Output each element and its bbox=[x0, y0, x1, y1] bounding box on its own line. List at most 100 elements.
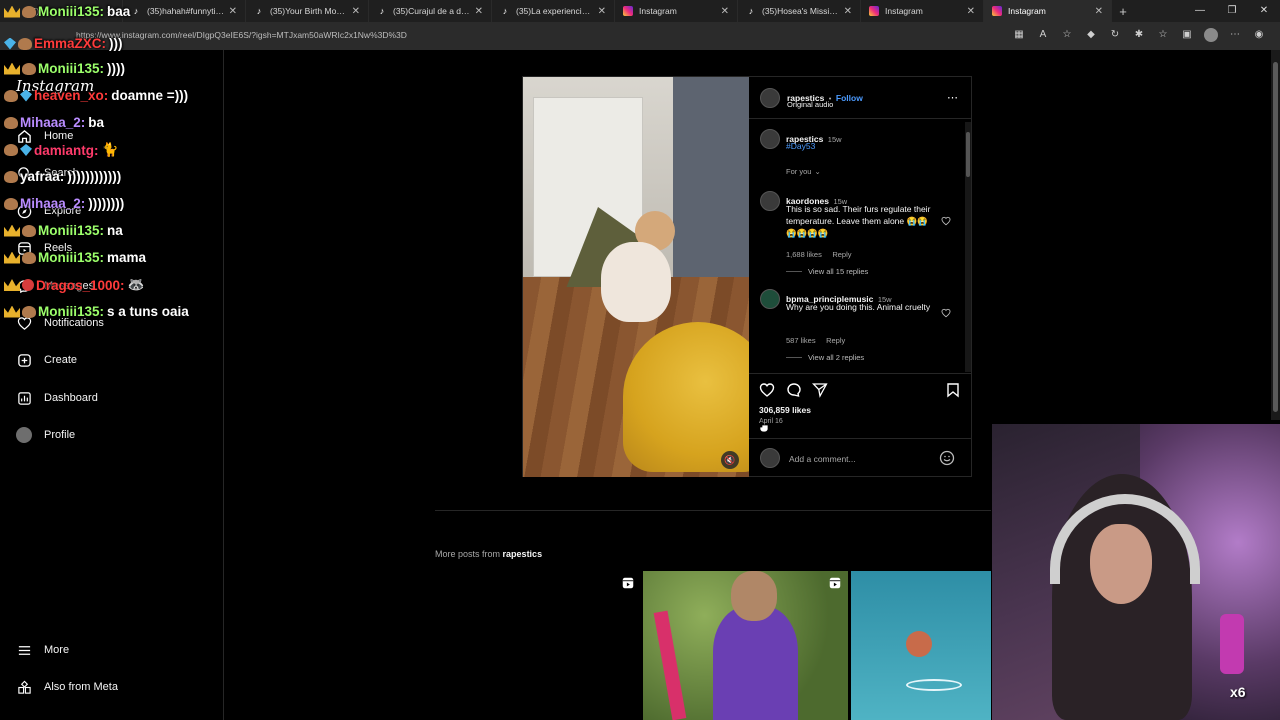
comment-like-heart-icon[interactable] bbox=[941, 308, 951, 318]
crown-badge-icon bbox=[4, 305, 20, 318]
close-icon[interactable]: ✕ bbox=[475, 6, 483, 17]
close-icon[interactable]: ✕ bbox=[967, 6, 975, 17]
close-icon[interactable]: ✕ bbox=[1095, 6, 1103, 17]
comment-text: This is so sad. Their furs regulate thei… bbox=[786, 204, 931, 238]
star-icon[interactable]: ☆ bbox=[1060, 28, 1074, 42]
chart-icon bbox=[16, 390, 32, 406]
grid-icon[interactable]: ▦ bbox=[1012, 28, 1026, 42]
close-icon[interactable]: ✕ bbox=[844, 6, 852, 17]
close-icon[interactable]: ✕ bbox=[721, 6, 729, 17]
chat-message: Moniii135: na bbox=[4, 223, 123, 238]
more-posts-username[interactable]: rapestics bbox=[503, 549, 543, 559]
cat-badge-icon bbox=[22, 305, 36, 318]
gem-badge-icon bbox=[20, 89, 32, 102]
sidebar-item-dashboard[interactable]: Dashboard bbox=[16, 390, 98, 406]
browser-tab[interactable]: Instagram ✕ bbox=[861, 0, 984, 22]
close-window-icon[interactable]: ✕ bbox=[1248, 0, 1280, 22]
post-header: rapestics • Follow Original audio ⋯ bbox=[749, 77, 971, 119]
post-actions: 306,859 likes April 16 bbox=[749, 373, 971, 433]
tiktok-icon: ♪ bbox=[502, 6, 508, 16]
browser-toolbar: ▦ A ☆ ◆ ↻ ✱ ☆ ▣ ⋯ ◉ bbox=[1012, 28, 1266, 42]
browser-tab[interactable]: ♪(35)Hosea's Mission Fa✕ bbox=[738, 0, 861, 22]
reel-post: 🔇 rapestics • Follow Original audio ⋯ ra… bbox=[522, 76, 972, 477]
cat-badge-icon bbox=[4, 144, 18, 156]
plus-square-icon bbox=[16, 352, 32, 368]
more-post-thumbnail[interactable] bbox=[851, 571, 991, 720]
crown-badge-icon bbox=[4, 279, 20, 291]
avatar[interactable] bbox=[760, 129, 780, 149]
webcam-face bbox=[1090, 524, 1152, 604]
avatar[interactable] bbox=[760, 88, 780, 108]
browser-tab-bar: ♪(35)✕ ♪(35)hahah#funnytiktok✕ ♪(35)Your… bbox=[0, 0, 1280, 22]
cat-badge-icon bbox=[4, 116, 18, 129]
close-icon[interactable]: ✕ bbox=[229, 6, 237, 17]
page-scroll-thumb[interactable] bbox=[1273, 62, 1278, 412]
bookmark-icon[interactable] bbox=[945, 382, 961, 398]
url-field[interactable]: https://www.instagram.com/reel/DIgpQ3eIE… bbox=[76, 30, 407, 40]
more-posts-heading: More posts from rapestics bbox=[435, 549, 543, 559]
avatar[interactable] bbox=[760, 289, 780, 309]
read-aloud-icon[interactable]: A bbox=[1036, 28, 1050, 42]
caption-hashtag[interactable]: #Day53 bbox=[786, 141, 815, 151]
reply-button[interactable]: Reply bbox=[832, 250, 851, 259]
likes-count[interactable]: 306,859 likes bbox=[759, 405, 811, 415]
favorites-icon[interactable]: ☆ bbox=[1156, 28, 1170, 42]
sidebar-item-create[interactable]: Create bbox=[16, 352, 77, 368]
new-tab-button[interactable]: + bbox=[1112, 4, 1134, 19]
browser-tab[interactable]: ♪ (35)hahah#funnytiktok ✕ bbox=[123, 0, 246, 22]
maximize-icon[interactable]: ❐ bbox=[1216, 0, 1248, 22]
sidebar-item-profile[interactable]: Profile bbox=[16, 427, 75, 443]
browser-tab[interactable]: Instagram ✕ bbox=[615, 0, 738, 22]
chat-message: Dragos_1000: 🦝 bbox=[4, 277, 144, 293]
browser-tab-active[interactable]: Instagram ✕ bbox=[984, 0, 1112, 22]
comment-input[interactable]: Add a comment... bbox=[789, 454, 856, 464]
comment-likes[interactable]: 1,688 likes bbox=[786, 250, 822, 259]
like-heart-icon[interactable] bbox=[759, 382, 775, 398]
copilot-icon[interactable]: ◉ bbox=[1252, 28, 1266, 42]
view-replies-button[interactable]: View all 15 replies bbox=[786, 267, 868, 276]
comment-like-heart-icon[interactable] bbox=[941, 216, 951, 226]
comments-scroll-thumb[interactable] bbox=[966, 132, 970, 177]
address-bar: https://www.instagram.com/reel/DIgpQ3eIE… bbox=[0, 22, 1280, 50]
comment-likes[interactable]: 587 likes bbox=[786, 336, 816, 345]
crown-badge-icon bbox=[4, 5, 20, 18]
chat-message: damiantg: 🐈 bbox=[4, 142, 118, 158]
collections-icon[interactable]: ▣ bbox=[1180, 28, 1194, 42]
instagram-icon bbox=[869, 6, 879, 16]
sidebar-item-more[interactable]: More bbox=[16, 642, 69, 658]
more-icon[interactable]: ⋯ bbox=[1228, 28, 1242, 42]
close-icon[interactable]: ✕ bbox=[598, 6, 606, 17]
chat-message: Mihaaa_2:)))))))) bbox=[4, 196, 124, 211]
page-scrollbar[interactable] bbox=[1271, 50, 1280, 420]
reel-video[interactable]: 🔇 bbox=[523, 77, 749, 477]
browser-tab[interactable]: ♪ (35)Your Birth Month: ✕ bbox=[246, 0, 369, 22]
view-replies-button[interactable]: View all 2 replies bbox=[786, 353, 864, 362]
reels-icon bbox=[622, 577, 634, 589]
thumbnail-person-face bbox=[731, 571, 777, 621]
cat-badge-icon bbox=[22, 224, 36, 237]
browser-tab[interactable]: ♪(35)La experiencia de s✕ bbox=[492, 0, 615, 22]
comment-icon[interactable] bbox=[786, 382, 802, 398]
video-frame-cat-white bbox=[601, 242, 671, 322]
thumbnail-ring bbox=[906, 679, 962, 691]
more-post-thumbnail[interactable] bbox=[643, 571, 848, 720]
reply-button[interactable]: Reply bbox=[826, 336, 845, 345]
audio-label[interactable]: Original audio bbox=[787, 100, 833, 109]
emoji-icon[interactable] bbox=[939, 450, 955, 466]
refresh-icon[interactable]: ↻ bbox=[1108, 28, 1122, 42]
browser-tab[interactable]: ♪(35)Curajul de a da tag✕ bbox=[369, 0, 492, 22]
share-icon[interactable] bbox=[812, 382, 828, 398]
avatar[interactable] bbox=[760, 191, 780, 211]
follow-button[interactable]: Follow bbox=[836, 93, 863, 103]
sidebar-item-also-from-meta[interactable]: Also from Meta bbox=[16, 679, 118, 695]
avatar bbox=[760, 448, 780, 468]
chat-message: Moniii135: s a tuns oaia bbox=[4, 304, 189, 319]
browser-profile-avatar[interactable] bbox=[1204, 28, 1218, 42]
minimize-icon[interactable]: — bbox=[1184, 0, 1216, 22]
sort-dropdown[interactable]: For you ⌄ bbox=[786, 167, 821, 176]
extension-icon[interactable]: ◆ bbox=[1084, 28, 1098, 42]
volume-icon[interactable]: 🔇 bbox=[721, 451, 739, 469]
more-options-icon[interactable]: ⋯ bbox=[947, 91, 958, 104]
puzzle-icon[interactable]: ✱ bbox=[1132, 28, 1146, 42]
close-icon[interactable]: ✕ bbox=[352, 6, 360, 17]
